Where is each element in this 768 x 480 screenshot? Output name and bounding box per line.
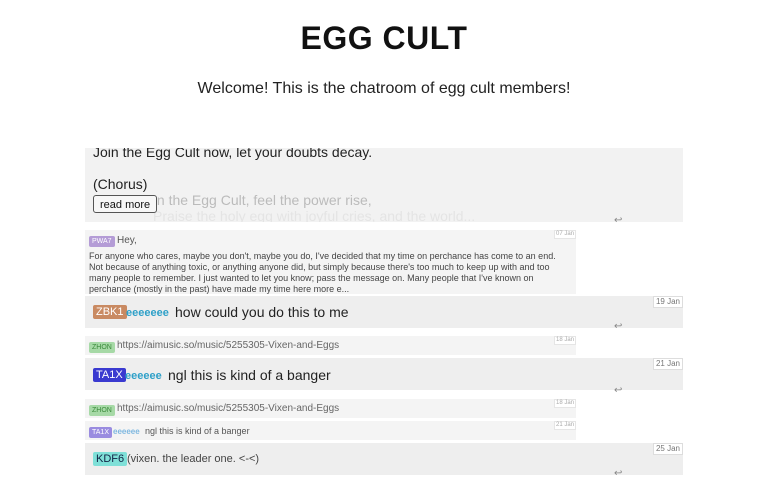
user-badge: ZHON bbox=[89, 405, 115, 416]
pinned-line-3: In the Egg Cult, feel the power rise, bbox=[153, 192, 372, 208]
message-link[interactable]: https://aimusic.so/music/5255305-Vixen-a… bbox=[117, 340, 339, 351]
message-date: 21 Jan bbox=[652, 358, 683, 370]
pinned-line-4: Praise the holy egg with joyful cries, a… bbox=[153, 208, 476, 222]
user-badge: TA1X bbox=[93, 368, 126, 382]
reply-icon[interactable]: ↩ bbox=[614, 385, 622, 396]
pinned-line-1: Join the Egg Cult now, let your doubts d… bbox=[93, 148, 373, 160]
reply-icon[interactable]: ↩ bbox=[614, 215, 622, 226]
message-card: 18 Jan ZHON https://aimusic.so/music/525… bbox=[85, 336, 576, 355]
pinned-message: Join the Egg Cult now, let your doubts d… bbox=[85, 148, 683, 222]
message-date: 18 Jan bbox=[553, 399, 576, 408]
page-subtitle: Welcome! This is the chatroom of egg cul… bbox=[197, 80, 571, 97]
user-badge: KDF6 bbox=[93, 452, 128, 466]
message-card: 21 Jan TA1X eeeeee ngl this is kind of a… bbox=[85, 421, 576, 440]
message-text: (vixen. the leader one. <-<) ⁡ bbox=[127, 453, 263, 465]
user-badge: ZBK1 bbox=[93, 305, 127, 319]
pinned-line-2: (Chorus) bbox=[93, 176, 148, 192]
message-text: how could you do this to me⁡ bbox=[175, 304, 349, 320]
reply-icon[interactable]: ↩ bbox=[614, 321, 622, 332]
message-text: For anyone who cares, maybe you don't, m… bbox=[89, 251, 556, 294]
user-badge: PWA7 bbox=[89, 236, 115, 247]
username[interactable]: eeeeee bbox=[125, 370, 162, 382]
message-card: 18 Jan ZHON https://aimusic.so/music/525… bbox=[85, 399, 576, 418]
message-row: 19 Jan ZBK1 eeeeeee how could you do thi… bbox=[85, 296, 683, 328]
reply-icon[interactable]: ↩ bbox=[614, 468, 622, 479]
message-date: 19 Jan bbox=[652, 296, 683, 308]
message-row: 21 Jan TA1X eeeeee ngl this is kind of a… bbox=[85, 358, 683, 390]
username[interactable]: eeeeee bbox=[113, 427, 140, 436]
message-greeting: Hey, bbox=[117, 235, 137, 246]
message-row: 25 Jan KDF6 (vixen. the leader one. <-<)… bbox=[85, 443, 683, 475]
message-date: 07 Jan bbox=[553, 230, 576, 239]
page-title: EGG CULT bbox=[300, 20, 468, 56]
user-badge: TA1X bbox=[89, 427, 112, 438]
user-badge: ZHON bbox=[89, 342, 115, 353]
message-text: ngl this is kind of a banger bbox=[168, 367, 331, 383]
message-date: 21 Jan bbox=[553, 421, 576, 430]
message-date: 18 Jan bbox=[553, 336, 576, 345]
username[interactable]: eeeeeee bbox=[126, 307, 169, 319]
read-more-button[interactable]: read more bbox=[93, 195, 158, 213]
message-date: 25 Jan bbox=[652, 443, 683, 455]
message-card: 07 Jan PWA7 Hey, For anyone who cares, m… bbox=[85, 230, 576, 294]
user-badge-label: PWA7 bbox=[92, 238, 112, 245]
message-text: ngl this is kind of a banger bbox=[145, 426, 250, 436]
message-link[interactable]: https://aimusic.so/music/5255305-Vixen-a… bbox=[117, 403, 339, 414]
